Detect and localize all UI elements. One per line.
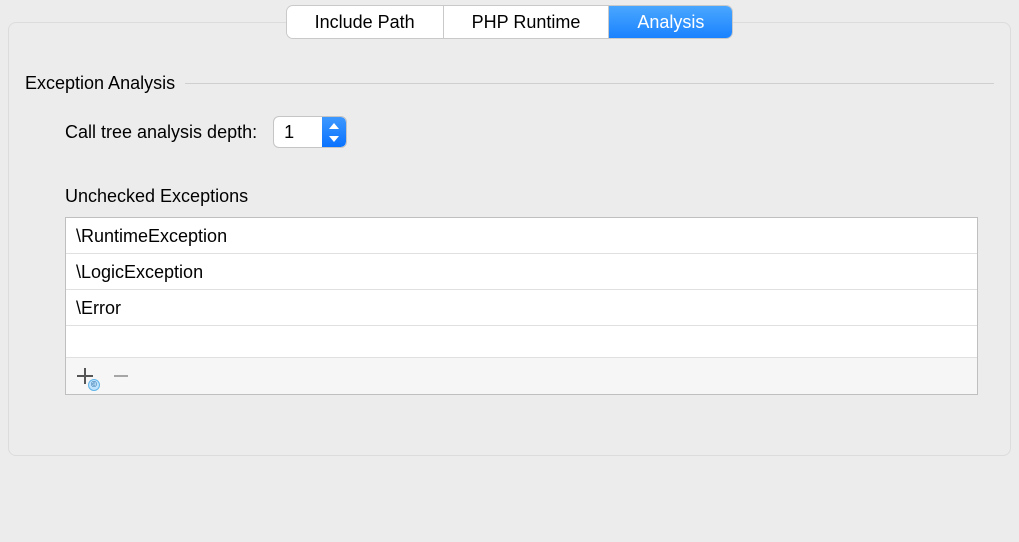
list-item[interactable]: \Error <box>66 290 977 326</box>
tab-include-path[interactable]: Include Path <box>287 6 444 38</box>
call-tree-depth-value: 1 <box>274 117 322 147</box>
chevron-down-icon <box>329 136 339 142</box>
remove-exception-button[interactable] <box>110 365 132 387</box>
chevron-up-icon <box>329 123 339 129</box>
exception-analysis-title: Exception Analysis <box>25 73 175 94</box>
call-tree-depth-label: Call tree analysis depth: <box>65 122 257 143</box>
unchecked-exceptions-list: \RuntimeException \LogicException \Error… <box>65 217 978 395</box>
section-divider <box>185 83 994 84</box>
call-tree-depth-stepper[interactable]: 1 <box>273 116 347 148</box>
unchecked-exceptions-title: Unchecked Exceptions <box>65 186 248 207</box>
stepper-up-button[interactable] <box>322 117 346 132</box>
analysis-panel: Exception Analysis Call tree analysis de… <box>8 22 1011 456</box>
tab-bar: Include Path PHP Runtime Analysis <box>287 6 733 38</box>
stepper-down-button[interactable] <box>322 132 346 147</box>
class-badge-icon: © <box>88 379 100 391</box>
list-empty-row <box>66 326 977 358</box>
tab-php-runtime[interactable]: PHP Runtime <box>444 6 610 38</box>
tab-analysis[interactable]: Analysis <box>609 6 732 38</box>
list-item[interactable]: \RuntimeException <box>66 218 977 254</box>
list-item[interactable]: \LogicException <box>66 254 977 290</box>
list-toolbar: © <box>66 358 977 394</box>
add-exception-button[interactable]: © <box>74 365 96 387</box>
minus-icon <box>114 375 128 377</box>
